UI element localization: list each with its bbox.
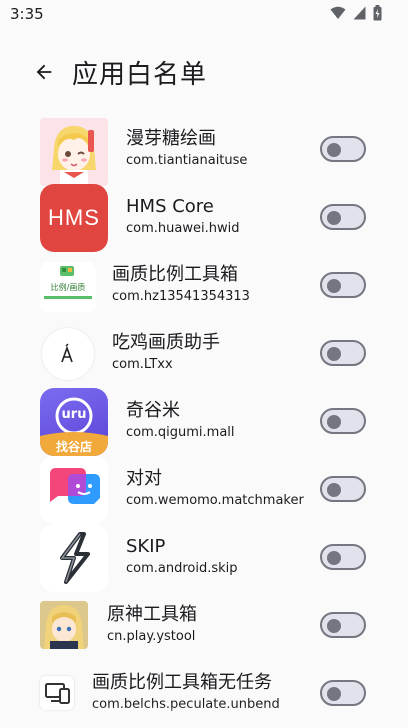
qigumi-logo-text: uru xyxy=(61,407,87,422)
whitelist-toggle[interactable] xyxy=(320,136,366,162)
whitelist-toggle[interactable] xyxy=(320,204,366,230)
font-a-icon xyxy=(42,328,94,380)
battery-icon xyxy=(373,5,382,21)
list-bottom-fade xyxy=(0,705,408,725)
app-name: 奇谷米 xyxy=(126,400,180,421)
app-texts: HMS Core com.huawei.hwid xyxy=(126,196,239,238)
app-row-mangyatang[interactable]: 漫芽糖绘画 com.tiantianaituse xyxy=(0,116,408,186)
app-name: SKIP xyxy=(126,536,166,557)
whitelist-toggle[interactable] xyxy=(320,340,366,366)
app-package: com.qigumi.mall xyxy=(126,425,235,440)
app-row-chiji-huazhi[interactable]: 吃鸡画质助手 com.LTxx xyxy=(0,320,408,388)
anime-girl-app-icon xyxy=(40,118,108,186)
qigumi-logo-icon: uru 找谷店 xyxy=(40,388,108,456)
back-button[interactable] xyxy=(30,58,58,86)
app-row-duidui[interactable]: 对对 com.wemomo.matchmaker xyxy=(0,456,408,524)
whitelist-toggle[interactable] xyxy=(320,476,366,502)
app-row-hms-core[interactable]: HMS HMS Core com.huawei.hwid xyxy=(0,184,408,252)
app-texts: SKIP com.android.skip xyxy=(126,536,238,578)
app-row-qigumi[interactable]: uru 找谷店 奇谷米 com.qigumi.mall xyxy=(0,388,408,456)
app-package: cn.play.ystool xyxy=(107,629,196,644)
toggle-thumb xyxy=(327,483,341,497)
app-package: com.android.skip xyxy=(126,561,238,576)
app-row-skip[interactable]: SKIP com.android.skip xyxy=(0,524,408,592)
whitelist-toggle[interactable] xyxy=(320,408,366,434)
qigumi-badge-text: 找谷店 xyxy=(55,440,92,454)
status-bar: 3:35 xyxy=(0,0,408,28)
toggle-thumb xyxy=(327,143,341,157)
hms-logo-icon: HMS xyxy=(40,184,108,252)
chat-bubbles-icon xyxy=(40,456,108,524)
app-name: 吃鸡画质助手 xyxy=(112,332,220,353)
app-name: 漫芽糖绘画 xyxy=(126,128,216,149)
app-package: com.tiantianaituse xyxy=(126,153,248,168)
whitelist-toggle[interactable] xyxy=(320,272,366,298)
app-name: 画质比例工具箱 xyxy=(112,264,238,285)
cellular-icon xyxy=(353,6,366,20)
hms-logo-text: HMS xyxy=(48,205,100,230)
app-row-huazhi-bili[interactable]: 比例/画质 画质比例工具箱 com.hz13541354313 xyxy=(0,252,408,320)
arrow-back-icon xyxy=(36,64,52,80)
app-name: 原神工具箱 xyxy=(107,604,197,625)
lightning-bolt-icon xyxy=(40,524,108,592)
toggle-thumb xyxy=(327,687,341,701)
icon-green-bar xyxy=(44,296,92,299)
toggle-thumb xyxy=(327,279,341,293)
app-package: com.hz13541354313 xyxy=(112,289,250,304)
app-texts: 原神工具箱 cn.play.ystool xyxy=(107,604,197,646)
app-package: com.LTxx xyxy=(112,357,173,372)
whitelist-toggle[interactable] xyxy=(320,544,366,570)
character-avatar-icon xyxy=(40,601,88,649)
app-name: HMS Core xyxy=(126,196,214,217)
app-texts: 漫芽糖绘画 com.tiantianaituse xyxy=(126,128,247,170)
ratio-tool-icon: 比例/画质 xyxy=(40,262,96,312)
page-title: 应用白名单 xyxy=(72,60,208,90)
app-package: com.wemomo.matchmaker xyxy=(126,493,304,508)
toggle-thumb xyxy=(327,211,341,225)
toggle-thumb xyxy=(327,551,341,565)
app-texts: 吃鸡画质助手 com.LTxx xyxy=(112,332,220,374)
status-time: 3:35 xyxy=(10,5,44,23)
app-row-yuanshen[interactable]: 原神工具箱 cn.play.ystool xyxy=(0,592,408,660)
app-bar: 应用白名单 xyxy=(0,42,408,102)
app-name: 对对 xyxy=(126,468,162,489)
wifi-icon xyxy=(330,6,346,19)
ratio-tool-icon-text: 比例/画质 xyxy=(50,283,86,292)
app-texts: 对对 com.wemomo.matchmaker xyxy=(126,468,304,510)
status-icons xyxy=(330,5,382,21)
app-texts: 画质比例工具箱 com.hz13541354313 xyxy=(112,264,250,306)
whitelist-toggle[interactable] xyxy=(320,612,366,638)
toggle-thumb xyxy=(327,619,341,633)
app-package: com.huawei.hwid xyxy=(126,221,240,236)
app-texts: 奇谷米 com.qigumi.mall xyxy=(126,400,235,442)
whitelist-toggle[interactable] xyxy=(320,680,366,706)
app-name: 画质比例工具箱无任务 xyxy=(92,672,272,693)
toggle-thumb xyxy=(327,347,341,361)
toggle-thumb xyxy=(327,415,341,429)
